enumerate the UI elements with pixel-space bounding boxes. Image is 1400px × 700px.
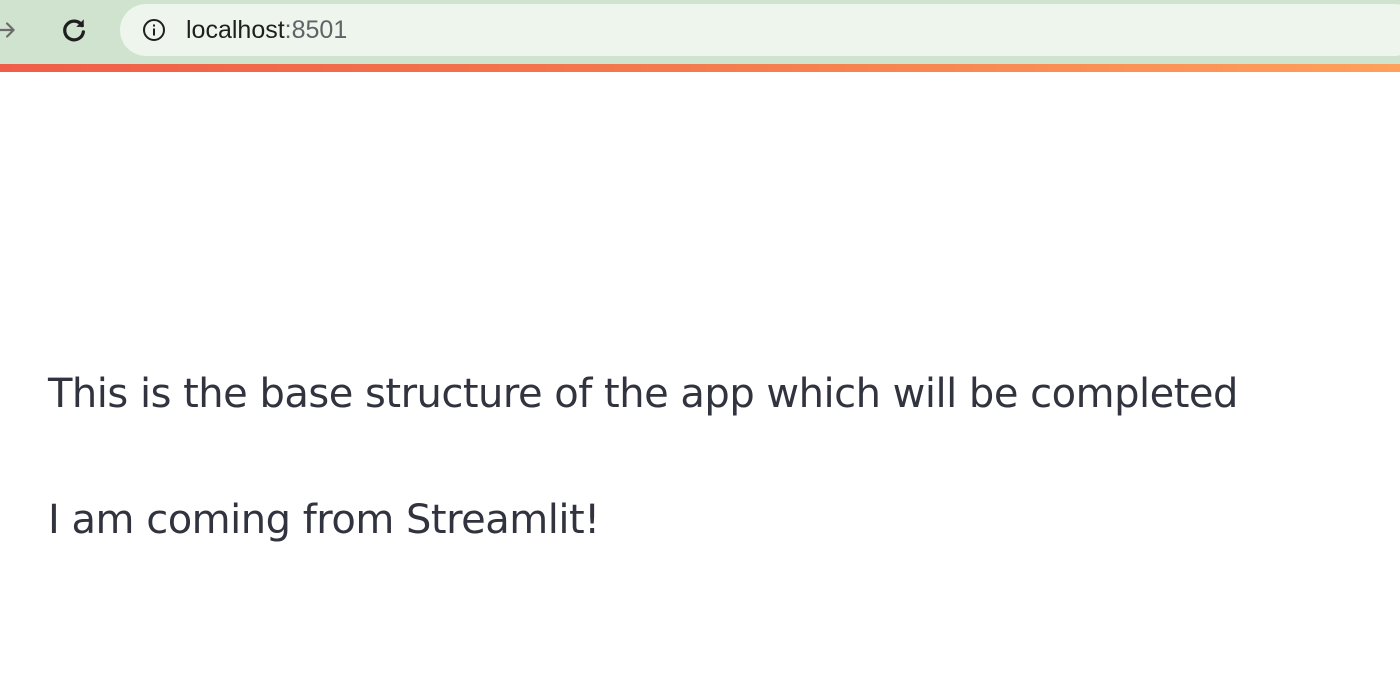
app-main-content: This is the base structure of the app wh… — [48, 72, 1368, 700]
url-port: :8501 — [284, 16, 348, 44]
app-text-line-1: This is the base structure of the app wh… — [48, 371, 1238, 417]
forward-button[interactable] — [0, 10, 26, 50]
app-text-line-2: I am coming from Streamlit! — [48, 497, 600, 543]
reload-button[interactable] — [54, 10, 94, 50]
address-bar[interactable]: localhost:8501 — [120, 4, 1400, 56]
streamlit-decoration-bar — [0, 64, 1400, 72]
browser-toolbar: localhost:8501 — [0, 0, 1400, 64]
url-host: localhost — [186, 16, 285, 44]
arrow-right-icon — [0, 22, 15, 38]
info-icon[interactable] — [142, 18, 166, 42]
url-text[interactable]: localhost:8501 — [186, 15, 347, 45]
reload-icon — [63, 19, 85, 42]
